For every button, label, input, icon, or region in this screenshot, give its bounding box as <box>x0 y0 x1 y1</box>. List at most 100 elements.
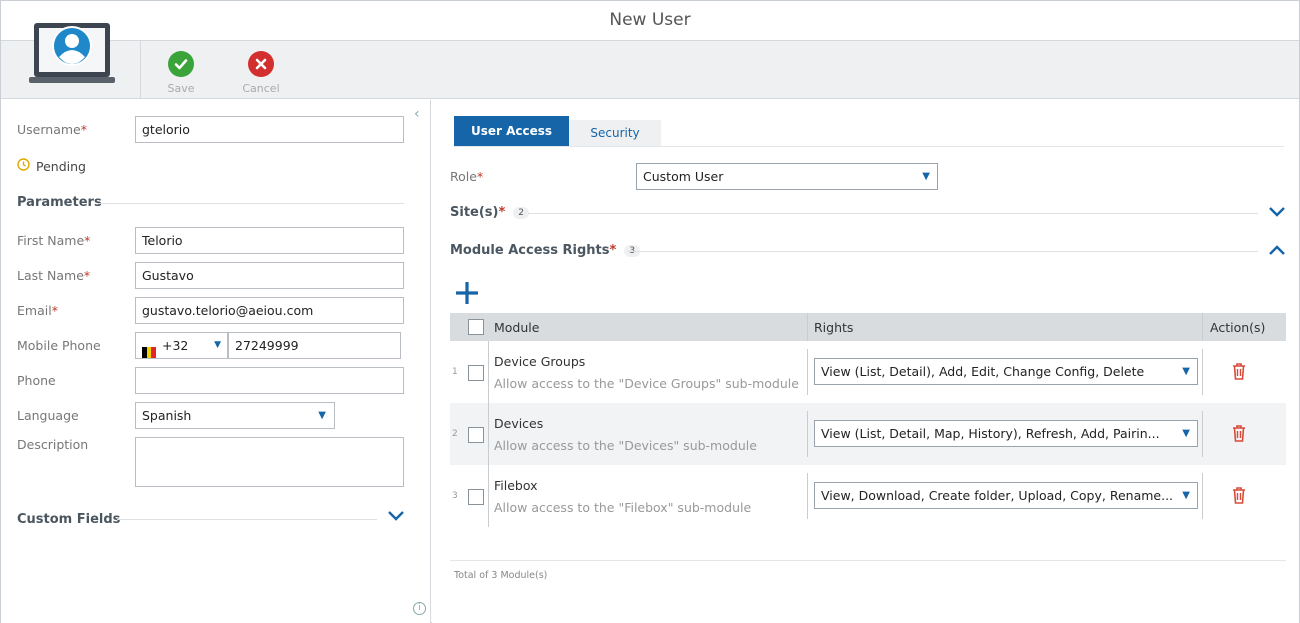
first-name-input[interactable]: Telorio <box>135 227 404 254</box>
rights-select[interactable]: View (List, Detail), Add, Edit, Change C… <box>814 358 1198 385</box>
row-checkbox[interactable] <box>468 427 484 443</box>
parameters-heading: Parameters <box>17 195 102 210</box>
sites-count-badge: 2 <box>513 206 530 219</box>
row-checkbox[interactable] <box>468 489 484 505</box>
module-description: Allow access to the "Filebox" sub-module <box>494 500 752 515</box>
table-row[interactable]: 2 Devices Allow access to the "Devices" … <box>450 403 1286 465</box>
column-separator <box>1202 313 1203 341</box>
cancel-button[interactable]: Cancel <box>231 51 291 95</box>
last-name-label: Last Name* <box>17 268 91 283</box>
column-separator <box>1202 349 1203 395</box>
column-separator <box>1202 473 1203 519</box>
plus-icon <box>456 282 478 304</box>
divider <box>528 213 1258 214</box>
save-button[interactable]: Save <box>151 51 211 95</box>
column-separator <box>488 403 489 465</box>
rights-select[interactable]: View, Download, Create folder, Upload, C… <box>814 482 1198 509</box>
status-pending: Pending <box>17 158 86 174</box>
description-textarea[interactable] <box>135 437 404 487</box>
column-separator <box>807 411 808 457</box>
phone-label: Phone <box>17 373 56 388</box>
tab-security[interactable]: Security <box>569 120 661 146</box>
last-name-input[interactable]: Gustavo <box>135 262 404 289</box>
delete-row-button[interactable] <box>1232 363 1246 384</box>
new-user-window: New User Save Cancel ‹ Username* gtelori… <box>0 0 1300 623</box>
column-separator <box>488 341 489 403</box>
sites-heading[interactable]: Site(s) * 2 <box>450 205 530 220</box>
caret-down-icon: ▼ <box>1178 421 1190 446</box>
table-row[interactable]: 3 Filebox Allow access to the "Filebox" … <box>450 465 1286 527</box>
grid-footer-total: Total of 3 Module(s) <box>454 570 548 581</box>
phone-input[interactable] <box>135 367 404 394</box>
info-icon[interactable]: i <box>413 602 426 615</box>
role-select[interactable]: Custom User ▼ <box>636 163 938 190</box>
user-access-panel: User Access Security Role* Custom User ▼… <box>432 100 1299 623</box>
divider <box>628 251 1258 252</box>
cancel-label: Cancel <box>242 82 280 95</box>
role-label: Role* <box>450 169 484 184</box>
custom-fields-heading: Custom Fields <box>17 512 121 527</box>
delete-row-button[interactable] <box>1232 425 1246 446</box>
country-code-select[interactable]: +32 ▼ <box>135 332 228 359</box>
username-label: Username* <box>17 122 87 137</box>
close-icon <box>248 51 274 77</box>
caret-down-icon: ▼ <box>1178 359 1190 384</box>
caret-down-icon: ▼ <box>922 171 930 182</box>
toolbar-separator <box>140 41 141 99</box>
row-checkbox[interactable] <box>468 365 484 381</box>
tab-user-access[interactable]: User Access <box>454 116 569 146</box>
window-title: New User <box>1 1 1299 41</box>
collapse-modules-icon[interactable] <box>1268 242 1286 260</box>
expand-sites-icon[interactable] <box>1268 204 1286 222</box>
first-name-label: First Name* <box>17 233 91 248</box>
username-input[interactable]: gtelorio <box>135 116 404 143</box>
column-separator <box>488 465 489 527</box>
column-module[interactable]: Module <box>494 320 539 335</box>
column-separator <box>1202 411 1203 457</box>
delete-row-button[interactable] <box>1232 487 1246 508</box>
select-all-checkbox[interactable] <box>468 319 484 335</box>
row-number: 1 <box>452 367 458 377</box>
modules-grid-header: Module Rights Action(s) <box>450 313 1286 341</box>
toolbar: Save Cancel <box>1 23 1299 99</box>
divider <box>117 519 377 520</box>
user-parameters-panel: ‹ Username* gtelorio Pending Parameters … <box>1 100 431 623</box>
save-label: Save <box>167 82 195 95</box>
row-number: 3 <box>452 491 458 501</box>
email-label: Email* <box>17 303 58 318</box>
user-laptop-logo <box>29 19 115 87</box>
column-actions: Action(s) <box>1210 320 1266 335</box>
module-name: Filebox <box>494 478 538 493</box>
column-rights[interactable]: Rights <box>814 320 853 335</box>
caret-down-icon: ▼ <box>214 340 221 350</box>
collapse-panel-icon[interactable]: ‹ <box>414 106 420 122</box>
language-select[interactable]: Spanish ▼ <box>135 402 335 429</box>
trash-icon <box>1233 363 1245 380</box>
caret-down-icon: ▼ <box>1178 483 1190 508</box>
mobile-phone-label: Mobile Phone <box>17 338 101 353</box>
rights-select[interactable]: View (List, Detail, Map, History), Refre… <box>814 420 1198 447</box>
grid-footer-divider <box>450 560 1286 561</box>
email-input[interactable]: gustavo.telorio@aeiou.com <box>135 297 404 324</box>
checkmark-icon <box>168 51 194 77</box>
column-separator <box>807 313 808 341</box>
language-label: Language <box>17 408 79 423</box>
column-separator <box>807 473 808 519</box>
caret-down-icon: ▼ <box>318 410 326 421</box>
description-label: Description <box>17 437 89 452</box>
module-access-heading[interactable]: Module Access Rights* 3 <box>450 243 641 258</box>
trash-icon <box>1233 425 1245 442</box>
module-name: Devices <box>494 416 544 431</box>
add-module-button[interactable] <box>454 280 480 310</box>
divider <box>99 203 404 204</box>
trash-icon <box>1233 487 1245 504</box>
row-number: 2 <box>452 429 458 439</box>
module-description: Allow access to the "Devices" sub-module <box>494 438 757 453</box>
expand-custom-fields-icon[interactable] <box>387 508 405 526</box>
tab-divider <box>454 146 1284 147</box>
table-row[interactable]: 1 Device Groups Allow access to the "Dev… <box>450 341 1286 403</box>
clock-icon <box>17 158 30 174</box>
module-name: Device Groups <box>494 354 586 369</box>
column-separator <box>807 349 808 395</box>
mobile-phone-input[interactable]: 27249999 <box>228 332 401 359</box>
